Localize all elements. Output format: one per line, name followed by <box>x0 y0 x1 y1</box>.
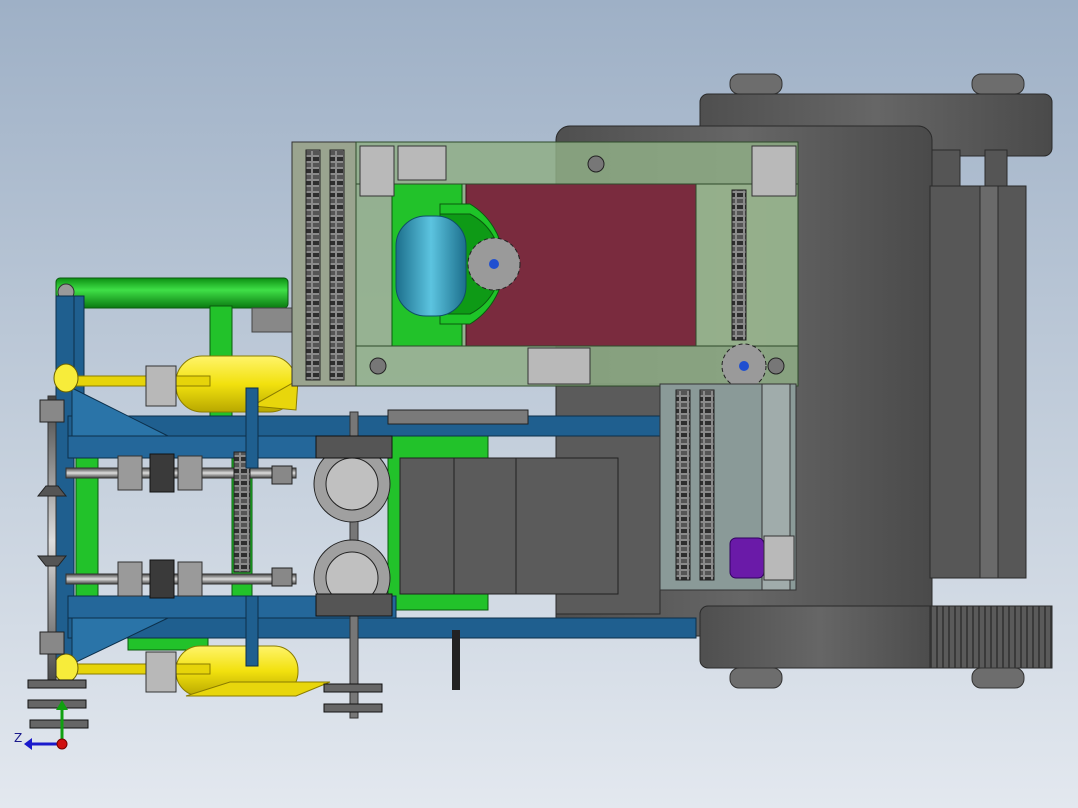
cad-viewport[interactable]: Z <box>0 0 1078 808</box>
right-chain-conveyor <box>659 383 797 591</box>
assembly-drawing: Z <box>14 73 1053 750</box>
z-axis-label: Z <box>14 731 22 745</box>
hopper-assembly <box>251 141 799 389</box>
